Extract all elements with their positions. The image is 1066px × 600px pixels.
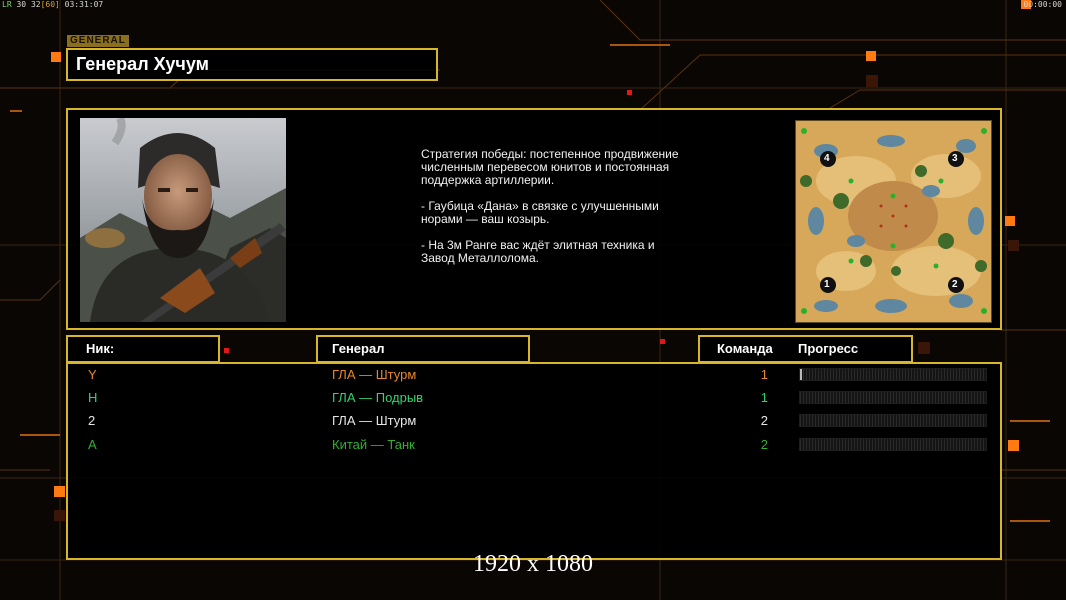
start-position-1: 1 bbox=[824, 279, 830, 290]
description-paragraph: - Гаубица «Дана» в связке с улучшенными … bbox=[421, 199, 659, 226]
description-paragraph: - На 3м Ранге вас ждёт элитная техника и… bbox=[421, 238, 655, 265]
player-row: Y ГЛА — Штурм 1 bbox=[68, 364, 1000, 386]
player-team: 1 bbox=[760, 367, 768, 382]
title-box: Генерал Хучум bbox=[66, 48, 438, 81]
resolution-label: 1920 x 1080 bbox=[473, 551, 593, 577]
player-nick: Н bbox=[88, 390, 98, 405]
player-nick: А bbox=[88, 437, 97, 452]
start-position-2: 2 bbox=[952, 279, 958, 290]
player-row: А Китай — Танк 2 bbox=[68, 434, 1000, 456]
clock-left: 03:31:07 bbox=[64, 0, 104, 9]
minimap-image bbox=[796, 121, 991, 322]
player-general: Китай — Танк bbox=[332, 437, 415, 452]
description-paragraph: Стратегия победы: постепенное продвижени… bbox=[421, 147, 679, 187]
player-progress-bar bbox=[799, 391, 987, 404]
general-tag: GENERAL bbox=[67, 35, 129, 47]
general-title: Генерал Хучум bbox=[76, 54, 209, 74]
player-row: Н ГЛА — Подрыв 1 bbox=[68, 387, 1000, 409]
player-nick: Y bbox=[88, 367, 97, 382]
player-progress-bar bbox=[799, 414, 987, 427]
player-general: ГЛА — Штурм bbox=[332, 367, 417, 382]
fps-b: 32 bbox=[30, 0, 41, 9]
start-position-3: 3 bbox=[952, 153, 958, 164]
fps-c: [60] bbox=[40, 0, 60, 9]
column-header-team-progress: Команда Прогресс bbox=[698, 335, 913, 363]
minimap: 4 3 1 2 bbox=[795, 120, 992, 323]
column-label-nick: Ник: bbox=[86, 341, 115, 356]
general-info-panel: Стратегия победы: постепенное продвижени… bbox=[66, 108, 1002, 330]
player-general: ГЛА — Штурм bbox=[332, 413, 417, 428]
player-general: ГЛА — Подрыв bbox=[332, 390, 424, 405]
general-portrait bbox=[80, 118, 286, 322]
portrait-image bbox=[80, 118, 286, 322]
performance-overlay: LR 30 32[60] 03:31:07 bbox=[2, 0, 103, 9]
player-progress-bar bbox=[799, 438, 987, 451]
column-label-general: Генерал bbox=[332, 341, 385, 356]
column-header-nick: Ник: bbox=[66, 335, 220, 363]
player-team: 1 bbox=[760, 390, 768, 405]
column-label-progress: Прогресс bbox=[798, 341, 859, 356]
strategy-description: Стратегия победы: постепенное продвижени… bbox=[421, 148, 681, 278]
players-list: Y ГЛА — Штурм 1 Н ГЛА — Подрыв 1 2 ГЛА —… bbox=[66, 362, 1002, 560]
start-position-4: 4 bbox=[824, 153, 830, 164]
column-header-general: Генерал bbox=[316, 335, 530, 363]
clock-right: 00:00:00 bbox=[1023, 0, 1062, 9]
fps-prefix: LR bbox=[2, 0, 12, 9]
player-team: 2 bbox=[760, 413, 768, 428]
player-nick: 2 bbox=[88, 413, 96, 428]
player-team: 2 bbox=[760, 437, 768, 452]
fps-a: 30 bbox=[16, 0, 27, 9]
player-row: 2 ГЛА — Штурм 2 bbox=[68, 410, 1000, 432]
column-label-team: Команда bbox=[717, 341, 773, 356]
progress-fill bbox=[800, 369, 802, 380]
player-progress-bar bbox=[799, 368, 987, 381]
